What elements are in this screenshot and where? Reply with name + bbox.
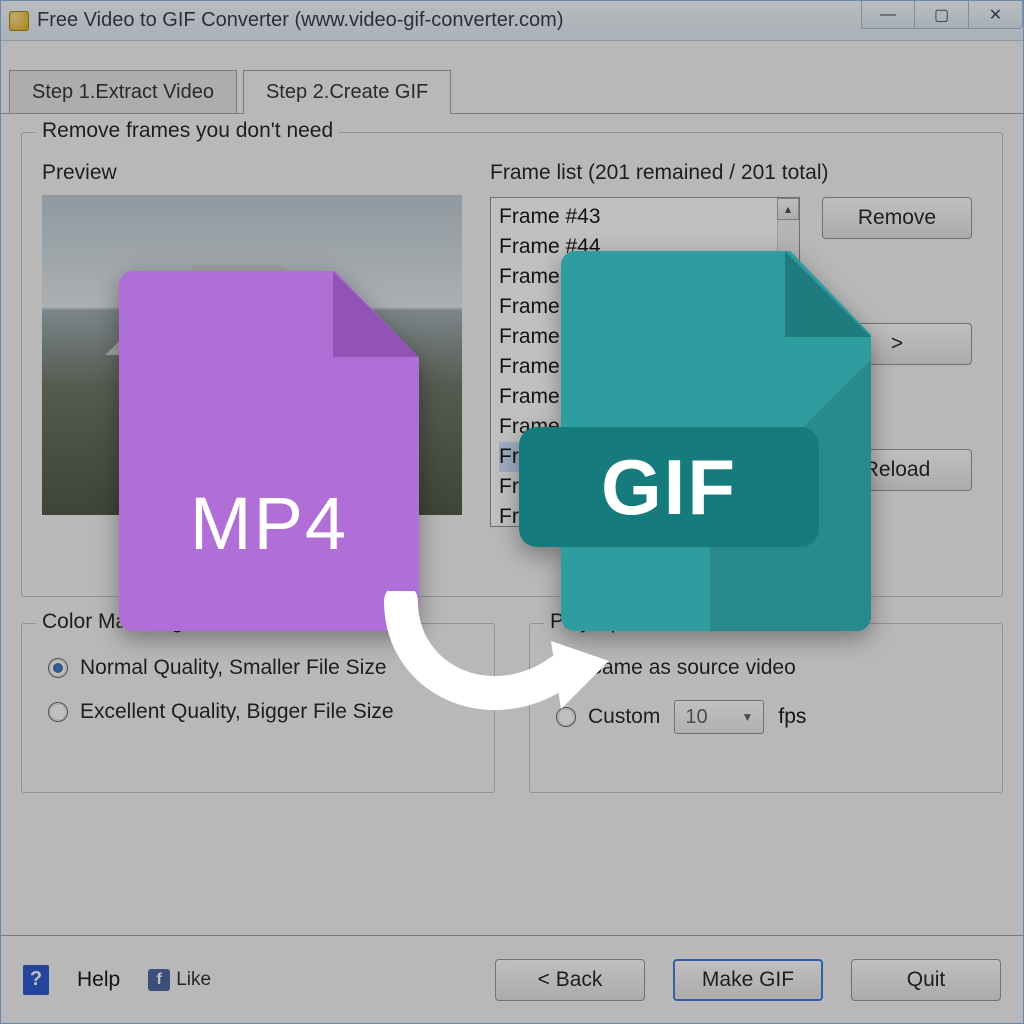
radio-label: Excellent Quality, Bigger File Size [80, 700, 394, 724]
radio-custom-speed[interactable]: Custom [556, 705, 660, 729]
preview-image [42, 195, 462, 515]
list-item[interactable]: Frame #51 [499, 442, 791, 472]
radio-label: Same as source video [588, 656, 796, 680]
help-link[interactable]: Help [77, 968, 120, 992]
radio-label: Custom [588, 705, 660, 729]
radio-same-speed[interactable]: Same as source video [556, 656, 982, 680]
footer-bar: ? Help f Like < Back Make GIF Quit [1, 935, 1023, 1023]
minimize-button[interactable]: — [861, 1, 915, 29]
tab-step2[interactable]: Step 2.Create GIF [243, 70, 451, 114]
frame-list-caption: Frame list (201 remained / 201 total) [490, 161, 982, 185]
facebook-icon: f [148, 969, 170, 991]
close-button[interactable]: ✕ [969, 1, 1023, 29]
list-item[interactable]: Frame #46 [499, 292, 791, 322]
preview-label: Preview [42, 161, 462, 185]
radio-icon [556, 658, 576, 678]
radio-excellent-quality[interactable]: Excellent Quality, Bigger File Size [48, 700, 474, 724]
app-icon [9, 11, 29, 31]
preview-column: Preview [42, 161, 462, 527]
frame-next-button[interactable]: > [822, 323, 972, 365]
quit-button[interactable]: Quit [851, 959, 1001, 1001]
list-item[interactable]: Frame #44 [499, 232, 791, 262]
scroll-up-button[interactable]: ▴ [777, 198, 799, 220]
chevron-down-icon: ▼ [741, 710, 753, 724]
frame-list-column: Frame list (201 remained / 201 total) Fr… [490, 161, 982, 527]
tab-strip: Step 1.Extract Video Step 2.Create GIF [9, 69, 1023, 113]
frame-listbox[interactable]: Frame #43 Frame #44 Frame #45 Frame #46 … [490, 197, 800, 527]
frames-group: Remove frames you don't need Preview Fra… [21, 132, 1003, 597]
radio-icon [48, 658, 68, 678]
reload-button[interactable]: Reload [822, 449, 972, 491]
list-item[interactable]: Frame #49 [499, 382, 791, 412]
fps-dropdown[interactable]: 10 ▼ [674, 700, 764, 734]
list-item[interactable]: Frame #48 [499, 352, 791, 382]
fps-value: 10 [685, 706, 707, 729]
tab-content: Remove frames you don't need Preview Fra… [1, 113, 1023, 943]
color-matching-legend: Color Matching [36, 610, 189, 634]
color-matching-group: Color Matching Normal Quality, Smaller F… [21, 623, 495, 793]
radio-normal-quality[interactable]: Normal Quality, Smaller File Size [48, 656, 474, 680]
facebook-like-button[interactable]: f Like [148, 969, 211, 991]
back-button[interactable]: < Back [495, 959, 645, 1001]
frames-legend: Remove frames you don't need [36, 119, 339, 143]
make-gif-button[interactable]: Make GIF [673, 959, 823, 1001]
list-item[interactable]: Frame #47 [499, 322, 791, 352]
list-item[interactable]: Frame #43 [499, 202, 791, 232]
window-title: Free Video to GIF Converter (www.video-g… [37, 9, 563, 32]
remove-button[interactable]: Remove [822, 197, 972, 239]
fps-unit: fps [778, 705, 806, 729]
list-item[interactable]: Frame #52 [499, 472, 791, 502]
tab-step1[interactable]: Step 1.Extract Video [9, 70, 237, 114]
like-label: Like [176, 969, 211, 991]
help-icon[interactable]: ? [23, 965, 49, 995]
radio-icon [48, 702, 68, 722]
scroll-down-button[interactable]: ▾ [777, 504, 799, 526]
list-item[interactable]: Frame #45 [499, 262, 791, 292]
maximize-button[interactable]: ▢ [915, 1, 969, 29]
window-controls: — ▢ ✕ [861, 1, 1023, 29]
scrollbar-track[interactable] [777, 198, 799, 526]
list-item[interactable]: Frame #50 [499, 412, 791, 442]
radio-label: Normal Quality, Smaller File Size [80, 656, 387, 680]
app-window: Free Video to GIF Converter (www.video-g… [0, 0, 1024, 1024]
play-speed-group: Play Speed Same as source video Custom 1… [529, 623, 1003, 793]
list-item[interactable]: Frame #53 [499, 502, 791, 527]
radio-icon [556, 707, 576, 727]
play-speed-legend: Play Speed [544, 610, 663, 634]
